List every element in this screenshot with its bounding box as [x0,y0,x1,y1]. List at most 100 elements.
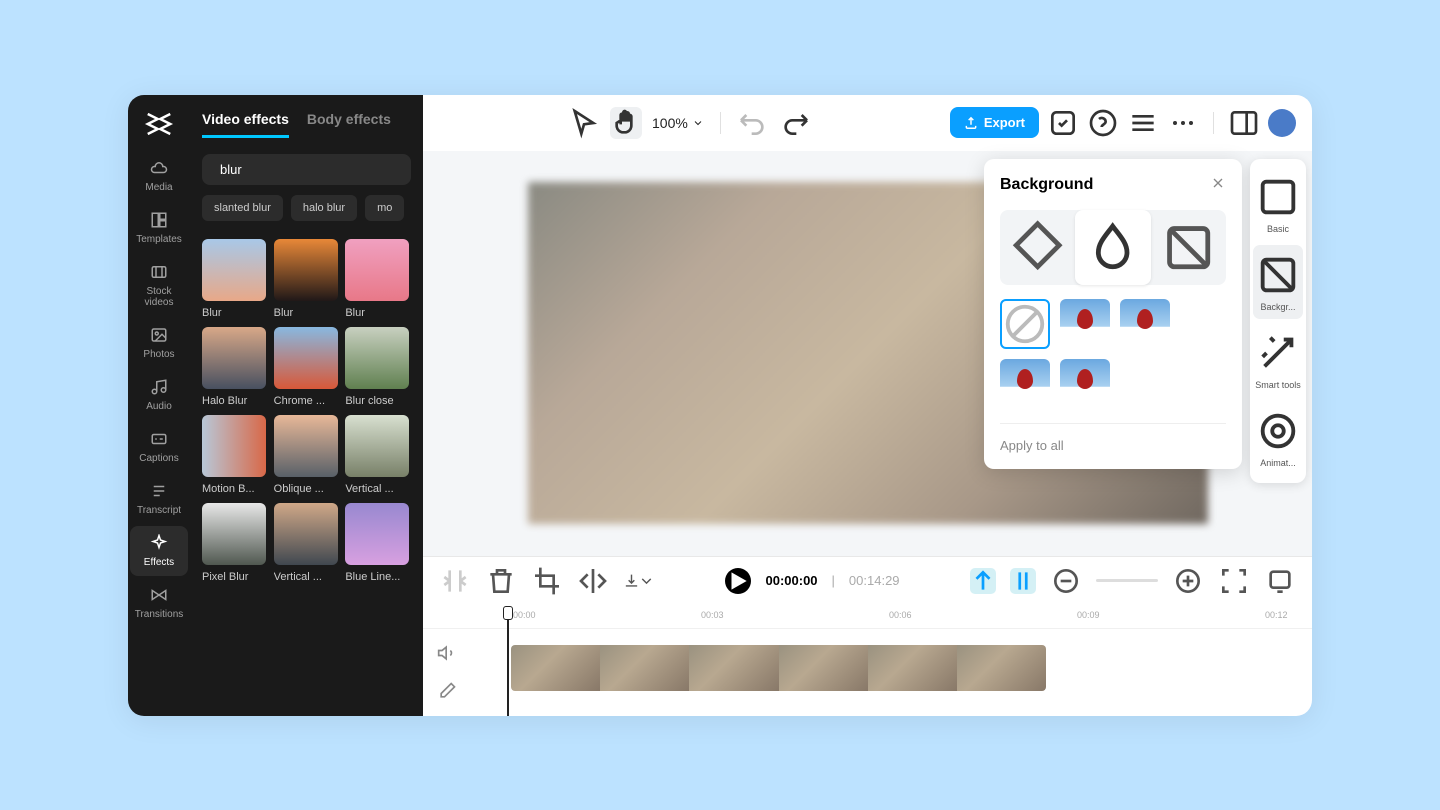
effect-item[interactable]: Blur [202,239,268,319]
cursor-tool[interactable] [568,107,600,139]
shield-button[interactable] [1047,107,1079,139]
effect-thumb [345,239,409,301]
app-logo[interactable] [144,109,174,139]
user-avatar[interactable] [1268,109,1296,137]
close-icon[interactable] [1210,175,1226,196]
bg-preset[interactable] [1120,299,1170,349]
nav-effects[interactable]: Effects [130,526,188,576]
playhead[interactable] [503,606,513,716]
settings-button[interactable] [1127,107,1159,139]
bg-preset[interactable] [1060,359,1110,409]
undo-button[interactable] [737,107,769,139]
export-button[interactable]: Export [950,107,1039,138]
split-button[interactable] [439,565,471,597]
effect-item[interactable]: Vertical ... [345,415,411,495]
delete-button[interactable] [485,565,517,597]
nav-templates[interactable]: Templates [130,203,188,253]
fit-button[interactable] [1218,565,1250,597]
magnet-toggle[interactable] [970,568,996,594]
chip[interactable]: mo [365,195,404,221]
chip[interactable]: halo blur [291,195,357,221]
download-button[interactable] [623,565,655,597]
bg-preset[interactable] [1060,299,1110,349]
prop-animation[interactable]: Animat... [1253,401,1303,475]
cloud-icon [150,159,168,177]
video-clip[interactable] [511,645,1046,691]
ruler-tick: 00:06 [889,610,912,620]
wand-icon [1255,330,1301,376]
hand-tool[interactable] [610,107,642,139]
timeline-ruler[interactable]: 00:00 00:03 00:06 00:09 00:12 [423,605,1312,629]
panel-header: Background [1000,175,1226,196]
effect-item[interactable]: Blur [274,239,340,319]
bg-tab-blur[interactable] [1075,210,1150,285]
mirror-button[interactable] [577,565,609,597]
chip[interactable]: slanted blur [202,195,283,221]
effect-item[interactable]: Blur [345,239,411,319]
effect-label: Blur [274,307,338,319]
tab-video-effects[interactable]: Video effects [202,111,289,138]
apply-to-all[interactable]: Apply to all [1000,423,1226,453]
bg-tab-color[interactable] [1000,210,1075,285]
effect-item[interactable]: Pixel Blur [202,503,268,583]
snap-toggle[interactable] [1010,568,1036,594]
prop-smart-tools[interactable]: Smart tools [1253,323,1303,397]
effect-label: Halo Blur [202,395,266,407]
panel-tabs: Video effects Body effects [202,111,411,138]
search-box [202,154,411,185]
bg-tab-image[interactable] [1151,210,1226,285]
transitions-icon [150,586,168,604]
background-mode-tabs [1000,210,1226,285]
edit-icon[interactable] [437,681,457,701]
more-button[interactable] [1167,107,1199,139]
effect-thumb [345,503,409,565]
background-presets [1000,299,1226,409]
effect-item[interactable]: Halo Blur [202,327,268,407]
crop-button[interactable] [531,565,563,597]
sparkle-icon [150,534,168,552]
zoom-slider[interactable] [1096,579,1158,582]
tab-body-effects[interactable]: Body effects [307,111,391,138]
ruler-tick: 00:12 [1265,610,1288,620]
nav-transitions[interactable]: Transitions [130,578,188,628]
nav-media[interactable]: Media [130,151,188,201]
mute-icon[interactable] [437,643,457,663]
properties-rail: Basic Backgr... Smart tools Animat... [1250,159,1306,483]
prop-basic[interactable]: Basic [1253,167,1303,241]
effect-label: Motion B... [202,483,266,495]
nav-captions[interactable]: Captions [130,422,188,472]
layout-toggle[interactable] [1228,107,1260,139]
zoom-in-button[interactable] [1172,565,1204,597]
nav-transcript[interactable]: Transcript [130,474,188,524]
effect-label: Blur [345,307,409,319]
app-window: Media Templates Stock videos Photos Audi… [128,95,1312,716]
bg-preset-none[interactable] [1000,299,1050,349]
effect-item[interactable]: Chrome ... [274,327,340,407]
search-input[interactable] [220,162,396,177]
nav-photos[interactable]: Photos [130,318,188,368]
left-navigation: Media Templates Stock videos Photos Audi… [128,95,190,716]
zoom-value: 100% [652,115,688,131]
zoom-dropdown[interactable]: 100% [652,115,704,131]
effect-label: Chrome ... [274,395,338,407]
nav-audio[interactable]: Audio [130,370,188,420]
fullscreen-button[interactable] [1264,565,1296,597]
nav-stock-videos[interactable]: Stock videos [130,255,188,316]
effects-grid: Blur Blur Blur Halo Blur Chrome ... Blur… [202,239,411,583]
effect-item[interactable]: Blue Line... [345,503,411,583]
canvas-area: Background Apply to all B [423,151,1312,556]
effect-item[interactable]: Motion B... [202,415,268,495]
bg-preset[interactable] [1000,359,1050,409]
effect-thumb [202,239,266,301]
help-button[interactable] [1087,107,1119,139]
timeline-tracks [423,629,1312,716]
effect-item[interactable]: Vertical ... [274,503,340,583]
prop-background[interactable]: Backgr... [1253,245,1303,319]
redo-button[interactable] [779,107,811,139]
zoom-out-button[interactable] [1050,565,1082,597]
effect-item[interactable]: Blur close [345,327,411,407]
play-button[interactable] [725,568,751,594]
timeline-toolbar: 00:00:00 | 00:14:29 [423,557,1312,605]
effect-item[interactable]: Oblique ... [274,415,340,495]
film-icon [150,263,168,281]
